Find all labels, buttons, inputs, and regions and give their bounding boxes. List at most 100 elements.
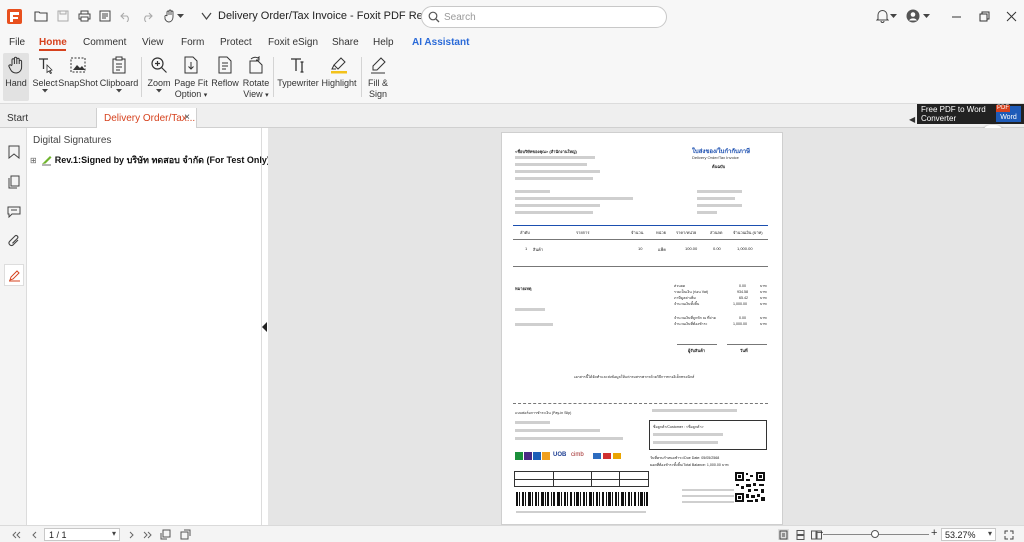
attachments-icon[interactable] xyxy=(7,234,21,248)
search-input[interactable] xyxy=(444,10,654,24)
notification-bell-icon[interactable] xyxy=(874,8,890,24)
undo-icon[interactable] xyxy=(118,8,134,24)
save-icon[interactable] xyxy=(55,8,71,24)
fullscreen-icon[interactable] xyxy=(1003,529,1014,540)
zoom-level-value: 53.27% xyxy=(945,530,976,540)
chevron-down-icon[interactable]: ▾ xyxy=(112,529,116,538)
search-box[interactable] xyxy=(421,6,667,28)
total-unit: บาท xyxy=(760,322,767,326)
select-tool-button[interactable]: Select xyxy=(32,53,58,101)
bank-logo xyxy=(533,452,541,460)
zoom-level-field[interactable]: 53.27% ▾ xyxy=(941,528,996,541)
chevron-down-icon[interactable] xyxy=(176,8,184,24)
menu-ai-assistant[interactable]: AI Assistant xyxy=(412,37,469,48)
snapshot-button[interactable]: SnapShot xyxy=(58,53,98,101)
next-page-icon[interactable] xyxy=(126,529,137,540)
foxit-logo-icon[interactable] xyxy=(6,8,22,24)
next-view-icon[interactable] xyxy=(180,529,191,540)
page-thumbnails-icon[interactable] xyxy=(7,175,21,189)
zoom-slider-handle[interactable] xyxy=(871,530,879,538)
document-view[interactable]: <ชื่อบริษัทของคุณ> (สำนักงานใหญ่) ใบส่งข… xyxy=(268,128,1024,525)
title-bar: Delivery Order/Tax Invoice - Foxit PDF R… xyxy=(0,0,1024,33)
signature-entry[interactable]: ⊞ Rev.1:Signed by บริษัท ทดสอบ จำกัด (Fo… xyxy=(30,153,270,167)
banner-line2: Converter xyxy=(921,114,957,123)
previous-page-icon[interactable] xyxy=(28,529,39,540)
expand-icon[interactable]: ⊞ xyxy=(30,156,37,165)
branch-line xyxy=(652,409,737,412)
page-fit-option-button[interactable]: Page Fit Option ▾ xyxy=(174,53,208,101)
close-window-icon[interactable] xyxy=(1003,8,1019,24)
comments-icon[interactable] xyxy=(7,204,21,218)
qr-caption-line xyxy=(682,495,734,497)
last-page-icon[interactable] xyxy=(142,529,153,540)
fill-sign-label: Fill & Sign xyxy=(368,78,388,100)
bank-logo xyxy=(603,453,611,459)
payment-rule xyxy=(619,472,620,486)
continuous-view-icon[interactable] xyxy=(795,529,806,540)
tab-start[interactable]: Start xyxy=(0,108,97,128)
first-page-icon[interactable] xyxy=(10,529,21,540)
menu-home[interactable]: Home xyxy=(39,37,67,48)
menu-comment[interactable]: Comment xyxy=(83,37,126,48)
chevron-down-icon[interactable]: ▾ xyxy=(988,529,992,538)
zoom-out-button[interactable]: − xyxy=(817,527,823,539)
col-header: จำนวน xyxy=(631,230,644,235)
select-label: Select xyxy=(32,78,58,88)
account-icon[interactable] xyxy=(905,8,921,24)
reflow-button[interactable]: Reflow xyxy=(210,53,240,101)
payin-title: แบบฟอร์มการชำระเงิน (Pay-in Slip) xyxy=(515,411,572,415)
pdf-to-word-banner[interactable]: Free PDF to Word Converter Word PDF xyxy=(917,104,1024,124)
restore-icon[interactable] xyxy=(976,8,992,24)
bookmark-icon[interactable] xyxy=(7,145,21,159)
rotate-view-button[interactable]: Rotate View ▾ xyxy=(242,53,270,101)
previous-view-icon[interactable] xyxy=(160,529,171,540)
highlight-icon xyxy=(329,55,349,75)
table-top-rule xyxy=(513,225,768,226)
tab-delivery-order[interactable]: Delivery Order/Tax... × xyxy=(97,108,197,128)
search-icon xyxy=(428,11,440,23)
address-line xyxy=(515,170,600,173)
col-header: ลำดับ xyxy=(520,230,530,235)
chevron-down-icon: ▾ xyxy=(203,92,208,99)
typewriter-label: Typewriter xyxy=(277,78,319,88)
clipboard-button[interactable]: Clipboard xyxy=(100,53,138,101)
minimize-icon[interactable] xyxy=(948,8,964,24)
customer-line xyxy=(515,204,600,207)
menu-file[interactable]: File xyxy=(9,37,25,48)
fill-sign-button[interactable]: Fill & Sign xyxy=(366,53,390,101)
chevron-down-icon[interactable] xyxy=(889,8,897,24)
open-folder-icon[interactable] xyxy=(33,8,49,24)
electronic-note: เอกสารนี้ได้จัดทำและส่งข้อมูลให้แก่กรมสร… xyxy=(574,375,695,379)
page-number-field[interactable]: 1 / 1 ▾ xyxy=(44,528,120,541)
single-page-view-icon[interactable] xyxy=(778,529,789,540)
qr-caption-line xyxy=(682,501,734,503)
barcode-text-line xyxy=(516,511,646,513)
typewriter-icon xyxy=(288,55,308,75)
navigation-rail xyxy=(0,128,27,525)
menu-view[interactable]: View xyxy=(142,37,164,48)
menu-form[interactable]: Form xyxy=(181,37,204,48)
pdf-page: <ชื่อบริษัทของคุณ> (สำนักงานใหญ่) ใบส่งข… xyxy=(501,132,783,525)
highlight-button[interactable]: Highlight xyxy=(321,53,357,101)
menu-foxit-esign[interactable]: Foxit eSign xyxy=(268,37,318,48)
hand-tool-button[interactable]: Hand xyxy=(3,53,29,101)
zoom-button[interactable]: Zoom xyxy=(146,53,172,101)
collapse-arrow-icon[interactable]: ◀ xyxy=(909,115,915,124)
customize-toolbar-icon[interactable] xyxy=(198,8,214,24)
typewriter-button[interactable]: Typewriter xyxy=(277,53,319,101)
print-icon[interactable] xyxy=(76,8,92,24)
page-number-value: 1 / 1 xyxy=(49,530,67,540)
cell: แพ็ค xyxy=(658,247,666,252)
hand-icon xyxy=(6,55,26,75)
close-tab-icon[interactable]: × xyxy=(184,112,190,123)
properties-icon[interactable] xyxy=(97,8,113,24)
redo-icon[interactable] xyxy=(139,8,155,24)
ribbon-divider xyxy=(141,57,142,97)
chevron-down-icon[interactable] xyxy=(922,8,930,24)
zoom-in-button[interactable]: + xyxy=(931,527,937,539)
menu-protect[interactable]: Protect xyxy=(220,37,252,48)
total-value: 1,000.00 xyxy=(733,322,747,326)
digital-signatures-panel-icon[interactable] xyxy=(4,264,24,286)
menu-help[interactable]: Help xyxy=(373,37,394,48)
menu-share[interactable]: Share xyxy=(332,37,359,48)
